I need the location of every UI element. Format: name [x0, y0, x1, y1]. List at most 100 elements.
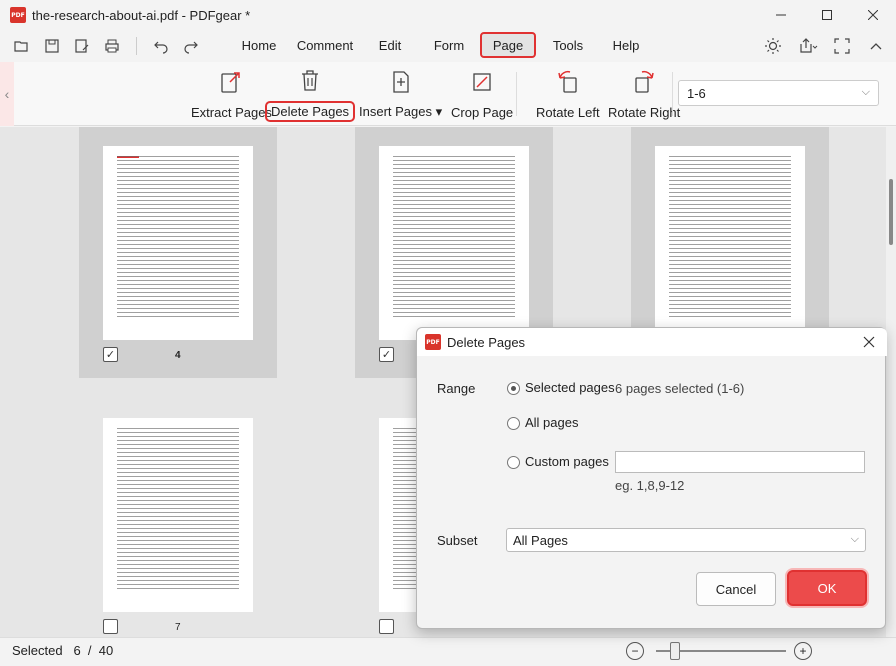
ribbon-scroll-left[interactable]: ‹ — [0, 62, 14, 126]
close-icon — [868, 10, 878, 20]
status-bar: Selected 6 / 40 − + — [0, 637, 896, 666]
rotate-left-label: Rotate Left — [536, 105, 600, 120]
undo-icon — [154, 41, 168, 54]
chevron-down-icon: ⌵ — [861, 86, 870, 98]
share-button[interactable] — [796, 34, 820, 58]
subset-value: All Pages — [513, 532, 568, 548]
page-range-select[interactable]: 1-6 ⌵ — [678, 80, 879, 106]
menu-bar: Home Comment Edit Form Page Tools Help — [0, 30, 896, 62]
plus-icon: + — [799, 644, 807, 658]
ribbon-divider — [672, 72, 673, 116]
scrollbar-thumb[interactable] — [889, 179, 893, 245]
save-as-button[interactable] — [70, 34, 94, 58]
fullscreen-button[interactable] — [830, 34, 854, 58]
tab-help[interactable]: Help — [608, 32, 644, 58]
all-pages-label[interactable]: All pages — [525, 415, 578, 430]
custom-pages-input[interactable] — [615, 451, 865, 473]
tab-tools[interactable]: Tools — [548, 32, 588, 58]
subset-select[interactable]: All Pages ⌵ — [506, 528, 866, 552]
dialog-title: Delete Pages — [447, 334, 526, 350]
extract-pages-button[interactable]: Extract Pages — [186, 68, 277, 122]
extract-pages-label: Extract Pages — [191, 105, 272, 120]
rotate-right-icon — [635, 70, 654, 93]
crop-page-label: Crop Page — [451, 105, 514, 120]
rotate-left-icon — [558, 70, 577, 93]
folder-open-icon — [14, 41, 28, 52]
redo-button[interactable] — [179, 34, 203, 58]
dialog-title-bar: PDF Delete Pages — [417, 328, 887, 356]
page-thumbnail[interactable] — [103, 418, 253, 612]
page-thumbnail[interactable] — [655, 146, 805, 340]
page-thumbnail[interactable] — [103, 146, 253, 340]
custom-pages-hint: eg. 1,8,9-12 — [615, 478, 685, 493]
theme-button[interactable] — [762, 34, 786, 58]
ok-button[interactable]: OK — [787, 570, 867, 606]
insert-pages-label: Insert Pages ▾ — [359, 104, 443, 119]
page-checkbox[interactable] — [103, 619, 118, 634]
page-thumbnail-card[interactable]: ✓ 4 — [79, 127, 277, 378]
tab-comment[interactable]: Comment — [294, 32, 356, 58]
share-icon — [800, 38, 818, 53]
maximize-icon — [822, 10, 832, 20]
minimize-icon — [776, 14, 786, 16]
custom-pages-label[interactable]: Custom pages — [525, 454, 609, 469]
close-window-button[interactable] — [850, 0, 896, 30]
vertical-scrollbar[interactable] — [886, 127, 896, 637]
insert-page-icon — [392, 70, 409, 93]
page-number: 4 — [175, 350, 181, 361]
selection-status: Selected 6 / 40 — [12, 643, 114, 658]
delete-pages-button[interactable]: Delete Pages — [265, 68, 356, 122]
print-button[interactable] — [100, 34, 124, 58]
save-button[interactable] — [40, 34, 64, 58]
minimize-button[interactable] — [758, 0, 804, 30]
rotate-left-button[interactable]: Rotate Left — [531, 68, 605, 122]
save-as-icon — [75, 39, 89, 53]
redo-icon — [184, 41, 198, 54]
tab-page[interactable]: Page — [480, 32, 536, 58]
extract-pages-icon — [221, 72, 241, 93]
insert-pages-button[interactable]: Insert Pages ▾ — [354, 68, 447, 122]
app-logo-icon: PDF — [425, 334, 441, 350]
trash-icon — [302, 70, 319, 91]
window-title: the-research-about-ai.pdf - PDFgear * — [32, 7, 251, 23]
maximize-button[interactable] — [804, 0, 850, 30]
subset-label: Subset — [437, 533, 478, 548]
page-checkbox[interactable]: ✓ — [103, 347, 118, 362]
chevron-up-icon — [870, 43, 882, 50]
range-label: Range — [437, 381, 476, 396]
delete-pages-label: Delete Pages — [265, 101, 356, 122]
fullscreen-icon — [834, 38, 850, 54]
zoom-in-button[interactable]: + — [794, 642, 812, 660]
zoom-slider-handle[interactable] — [670, 642, 680, 660]
page-thumbnail[interactable] — [379, 146, 529, 340]
crop-page-button[interactable]: Crop Page — [446, 68, 518, 122]
open-file-button[interactable] — [10, 34, 34, 58]
minus-icon: − — [631, 644, 639, 658]
collapse-ribbon-button[interactable] — [864, 34, 888, 58]
cancel-button[interactable]: Cancel — [696, 572, 776, 606]
close-icon — [863, 336, 875, 348]
tab-form[interactable]: Form — [428, 32, 470, 58]
chevron-left-icon: ‹ — [4, 86, 10, 102]
selected-pages-radio[interactable] — [507, 382, 520, 395]
page-ribbon: ‹ Extract Pages Delete Pages Insert Page… — [0, 62, 896, 126]
page-thumbnail-card[interactable]: 7 — [79, 397, 277, 637]
tab-home[interactable]: Home — [236, 32, 282, 58]
tab-edit[interactable]: Edit — [370, 32, 410, 58]
page-checkbox[interactable]: ✓ — [379, 347, 394, 362]
custom-pages-radio[interactable] — [507, 456, 520, 469]
ribbon-divider — [516, 72, 517, 116]
selected-pages-info: 6 pages selected (1-6) — [615, 381, 745, 396]
title-bar: PDF the-research-about-ai.pdf - PDFgear … — [0, 0, 896, 30]
dialog-close-button[interactable] — [859, 332, 879, 352]
selected-pages-label[interactable]: Selected pages — [525, 380, 615, 395]
save-icon — [45, 39, 59, 53]
zoom-out-button[interactable]: − — [626, 642, 644, 660]
undo-button[interactable] — [149, 34, 173, 58]
page-checkbox[interactable] — [379, 619, 394, 634]
all-pages-radio[interactable] — [507, 417, 520, 430]
page-range-value: 1-6 — [687, 85, 706, 101]
delete-pages-dialog: PDF Delete Pages Range Selected pages 6 … — [416, 327, 887, 629]
printer-icon — [105, 39, 119, 53]
crop-icon — [473, 73, 491, 91]
